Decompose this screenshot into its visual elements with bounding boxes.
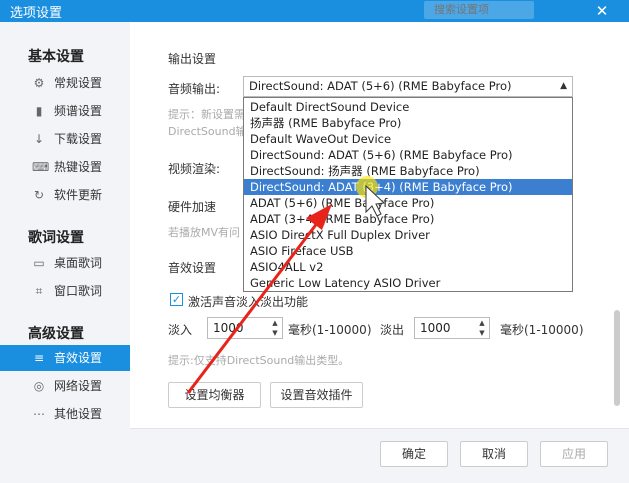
annotation-arrow-icon: [186, 184, 386, 394]
